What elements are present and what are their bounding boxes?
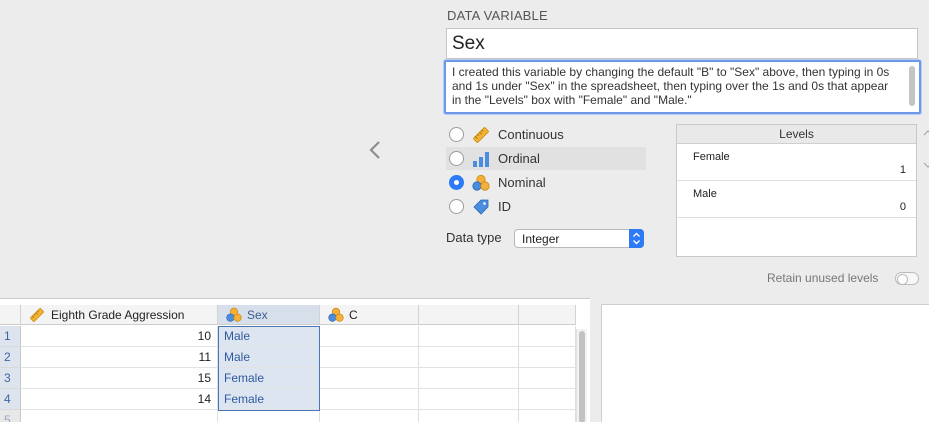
venn-circles-icon [472, 174, 490, 191]
table-cell[interactable] [519, 326, 576, 347]
table-cell[interactable] [320, 347, 419, 368]
table-cell[interactable]: 11 [21, 347, 218, 368]
table-cell[interactable] [419, 389, 519, 410]
table-cell[interactable] [218, 410, 320, 422]
level-item[interactable]: Male 0 [677, 181, 916, 218]
measure-type-label: ID [498, 199, 511, 214]
tag-icon [473, 199, 489, 215]
ruler-icon [30, 307, 44, 322]
measure-type-label: Continuous [498, 127, 564, 142]
column-header-empty[interactable] [519, 305, 576, 325]
column-header-eighth-grade-aggression[interactable]: Eighth Grade Aggression [21, 305, 218, 325]
measure-type-id[interactable]: ID [446, 195, 646, 218]
venn-circles-icon [226, 307, 242, 322]
description-scrollbar[interactable] [909, 66, 915, 106]
table-cell[interactable] [419, 410, 519, 422]
measure-type-nominal[interactable]: Nominal [446, 171, 646, 194]
level-value: 0 [899, 201, 906, 213]
column-header-label: C [349, 307, 358, 322]
levels-box: Levels Female 1 Male 0 [676, 124, 917, 257]
row-number[interactable]: 4 [0, 389, 21, 410]
table-cell[interactable] [419, 368, 519, 389]
table-cell[interactable]: 10 [21, 326, 218, 347]
variable-name-field[interactable]: Sex [446, 28, 918, 59]
ruler-icon [473, 126, 489, 143]
table-cell[interactable]: 15 [21, 368, 218, 389]
radio-ordinal[interactable] [449, 151, 464, 166]
row-number[interactable]: 2 [0, 347, 21, 368]
table-cell[interactable] [320, 410, 419, 422]
spreadsheet: Eighth Grade Aggression Sex C 1 10 Male … [0, 298, 590, 422]
data-type-label: Data type [446, 230, 502, 245]
column-header-label: Sex [247, 307, 268, 322]
column-header-label: Eighth Grade Aggression [51, 307, 185, 322]
chevron-left-icon[interactable] [366, 138, 386, 162]
table-cell[interactable] [320, 389, 419, 410]
levels-header: Levels [677, 125, 916, 144]
level-item[interactable]: Female 1 [677, 144, 916, 181]
variable-description-text: I created this variable by changing the … [452, 65, 890, 107]
radio-continuous[interactable] [449, 127, 464, 142]
scrollbar-thumb[interactable] [579, 331, 585, 422]
table-cell[interactable]: Male [218, 326, 320, 347]
retain-unused-levels-label: Retain unused levels [767, 271, 879, 285]
level-value: 1 [899, 164, 906, 176]
table-cell[interactable] [320, 368, 419, 389]
results-pane [601, 304, 929, 422]
select-stepper-icon [629, 229, 644, 248]
row-number[interactable]: 3 [0, 368, 21, 389]
column-header-empty[interactable] [419, 305, 519, 325]
table-cell[interactable] [419, 347, 519, 368]
table-cell[interactable] [21, 410, 218, 422]
column-header-sex[interactable]: Sex [218, 305, 320, 325]
spreadsheet-scrollbar[interactable] [576, 329, 587, 422]
level-label[interactable]: Male [693, 188, 717, 200]
chevron-down-icon[interactable] [922, 160, 929, 170]
spreadsheet-corner [0, 305, 21, 325]
variable-description-field[interactable]: I created this variable by changing the … [444, 60, 921, 114]
table-cell[interactable] [519, 368, 576, 389]
table-cell[interactable] [519, 389, 576, 410]
measure-type-label: Ordinal [498, 151, 540, 166]
data-type-select[interactable]: Integer [514, 229, 644, 248]
measure-type-continuous[interactable]: Continuous [446, 123, 646, 146]
bar-chart-icon [473, 151, 489, 167]
table-cell[interactable]: Female [218, 389, 320, 410]
measure-type-ordinal[interactable]: Ordinal [446, 147, 646, 170]
table-cell[interactable]: Male [218, 347, 320, 368]
table-cell[interactable]: 14 [21, 389, 218, 410]
data-type-value: Integer [522, 232, 560, 246]
row-number[interactable]: 1 [0, 326, 21, 347]
measure-type-label: Nominal [498, 175, 546, 190]
section-heading: DATA VARIABLE [447, 8, 548, 23]
radio-nominal[interactable] [449, 175, 464, 190]
chevron-up-icon[interactable] [922, 128, 929, 138]
radio-id[interactable] [449, 199, 464, 214]
venn-circles-icon [328, 307, 344, 322]
variable-setup-panel: DATA VARIABLE Sex I created this variabl… [0, 0, 929, 298]
table-cell[interactable] [519, 410, 576, 422]
row-number[interactable]: 5 [0, 410, 21, 422]
column-header-c[interactable]: C [320, 305, 419, 325]
table-cell[interactable] [519, 347, 576, 368]
table-cell[interactable] [419, 326, 519, 347]
retain-unused-levels-toggle[interactable] [895, 272, 919, 285]
table-cell[interactable] [320, 326, 419, 347]
table-cell[interactable]: Female [218, 368, 320, 389]
level-label[interactable]: Female [693, 151, 730, 163]
